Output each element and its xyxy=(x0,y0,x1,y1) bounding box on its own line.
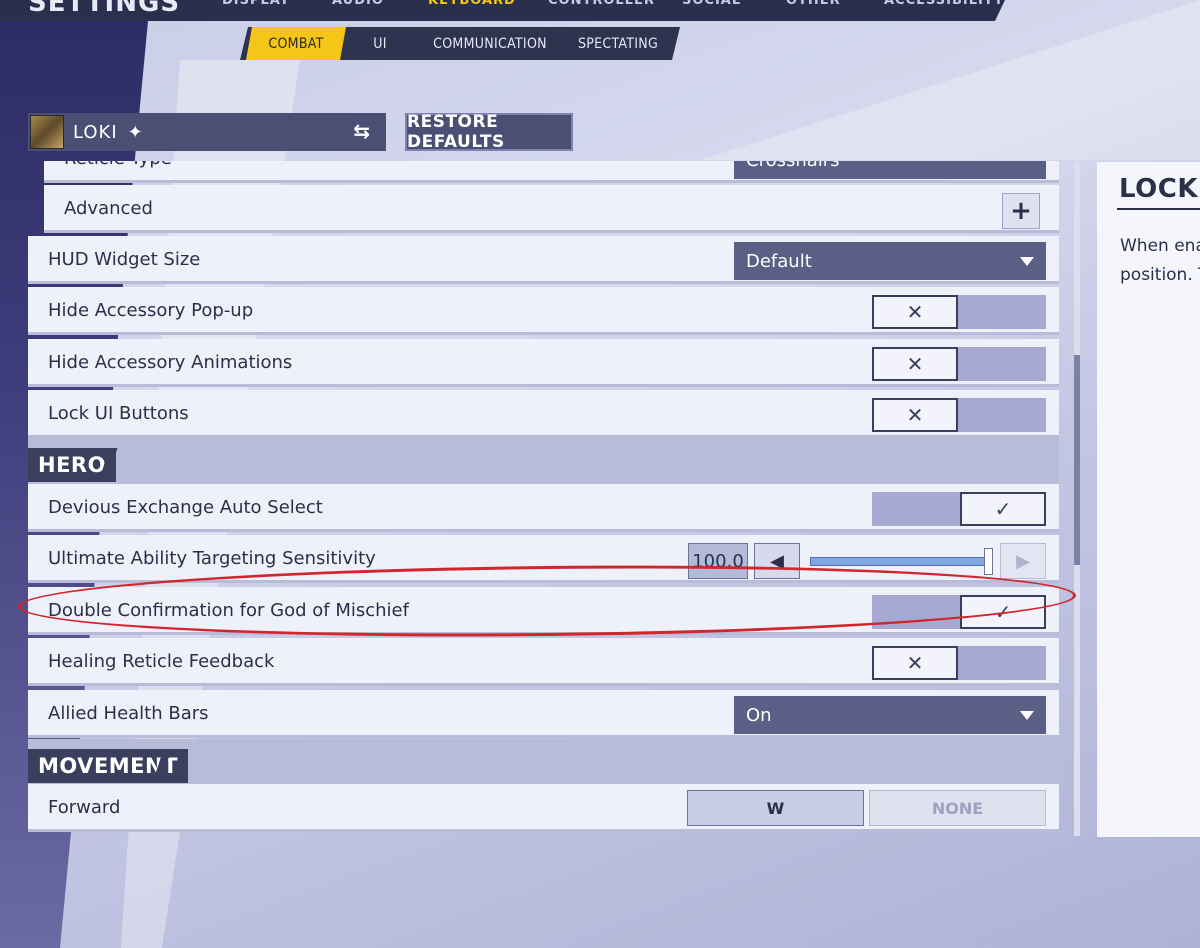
increase-arrow-icon[interactable]: ▶ xyxy=(1000,543,1046,579)
setting-label: Allied Health Bars xyxy=(48,703,209,724)
tab-audio[interactable]: AUDIO xyxy=(332,0,384,8)
setting-label: Advanced xyxy=(64,198,153,219)
reticle-type-dropdown[interactable]: Crosshairs xyxy=(734,161,1046,179)
diamond-star-icon: ✦ xyxy=(127,121,143,143)
chevron-down-icon xyxy=(1020,257,1034,266)
chevron-down-icon xyxy=(1020,711,1034,720)
scrollbar-thumb[interactable] xyxy=(1074,355,1080,565)
setting-row-healing-reticle: Healing Reticle Feedback ✕ xyxy=(28,638,1059,686)
subtab-ui[interactable]: UI xyxy=(350,27,410,60)
lock-ui-buttons-toggle[interactable]: ✕ xyxy=(872,398,1046,432)
background-shard xyxy=(700,0,1200,160)
section-hero: HERO xyxy=(28,438,1059,484)
setting-label: Hide Accessory Animations xyxy=(48,352,293,373)
setting-row-hud-widget-size: HUD Widget Size Default xyxy=(28,236,1059,284)
setting-row-devious-exchange: Devious Exchange Auto Select ✓ xyxy=(28,484,1059,532)
setting-row-hide-accessory-animations: Hide Accessory Animations ✕ xyxy=(28,339,1059,387)
setting-row-reticle-type: Reticle Type Crosshairs xyxy=(44,161,1059,183)
hide-accessory-animations-toggle[interactable]: ✕ xyxy=(872,347,1046,381)
dropdown-value: Default xyxy=(746,250,812,272)
section-movement: MOVEMENT xyxy=(28,739,1059,785)
description-title: LOCK UI BUTTONS xyxy=(1119,174,1200,204)
hero-name: LOKI xyxy=(73,121,118,143)
x-icon: ✕ xyxy=(872,646,958,680)
tab-other[interactable]: OTHER xyxy=(786,0,841,8)
settings-list: Reticle Type Crosshairs Advanced + HUD W… xyxy=(28,161,1059,836)
hide-accessory-popup-toggle[interactable]: ✕ xyxy=(872,295,1046,329)
tab-accessibility[interactable]: ACCESSIBILITY xyxy=(884,0,1004,8)
setting-label: Lock UI Buttons xyxy=(48,403,189,424)
setting-label: Devious Exchange Auto Select xyxy=(48,497,323,518)
hero-selector[interactable]: LOKI ✦ ⇆ xyxy=(28,113,386,151)
page-title: SETTINGS xyxy=(28,0,181,18)
description-underline xyxy=(1117,208,1200,210)
x-icon: ✕ xyxy=(872,295,958,329)
description-text: When enabled, UI buttons will not change… xyxy=(1120,236,1200,285)
setting-row-lock-ui-buttons: Lock UI Buttons ✕ xyxy=(28,390,1059,438)
healing-reticle-toggle[interactable]: ✕ xyxy=(872,646,1046,680)
setting-row-advanced: Advanced + xyxy=(44,185,1059,233)
swap-arrows-icon[interactable]: ⇆ xyxy=(353,120,370,142)
setting-row-hide-accessory-popup: Hide Accessory Pop-up ✕ xyxy=(28,287,1059,335)
expand-advanced-button[interactable]: + xyxy=(1002,193,1040,229)
hero-avatar xyxy=(30,115,64,149)
description-panel: LOCK UI BUTTONS When enabled, UI buttons… xyxy=(1097,162,1200,837)
tab-keyboard[interactable]: KEYBOARD xyxy=(428,0,516,8)
dropdown-value: On xyxy=(746,704,772,726)
tab-controller[interactable]: CONTROLLER xyxy=(548,0,655,8)
sensitivity-slider-track[interactable] xyxy=(810,557,990,566)
subtab-spectating[interactable]: SPECTATING xyxy=(570,27,666,60)
dropdown-value: Crosshairs xyxy=(746,161,840,171)
allied-health-bars-dropdown[interactable]: On xyxy=(734,696,1046,734)
setting-label: Hide Accessory Pop-up xyxy=(48,300,254,321)
x-icon: ✕ xyxy=(872,347,958,381)
restore-defaults-button[interactable]: RESTORE DEFAULTS xyxy=(405,112,573,152)
forward-secondary-key[interactable]: NONE xyxy=(869,790,1046,826)
subtab-combat[interactable]: COMBAT xyxy=(246,27,346,60)
tab-display[interactable]: DISPLAY xyxy=(222,0,290,8)
setting-label: Forward xyxy=(48,797,121,818)
setting-label: HUD Widget Size xyxy=(48,249,201,270)
setting-label: Healing Reticle Feedback xyxy=(48,651,275,672)
tab-social[interactable]: SOCIAL xyxy=(682,0,741,8)
setting-label: Ultimate Ability Targeting Sensitivity xyxy=(48,548,376,569)
setting-row-forward: Forward W NONE xyxy=(28,784,1059,832)
setting-row-allied-health-bars: Allied Health Bars On xyxy=(28,690,1059,738)
check-icon: ✓ xyxy=(960,492,1046,526)
x-icon: ✕ xyxy=(872,398,958,432)
subtab-combat-label: COMBAT xyxy=(268,35,324,52)
slider-handle[interactable] xyxy=(984,548,993,575)
devious-exchange-toggle[interactable]: ✓ xyxy=(872,492,1046,526)
subtab-communication[interactable]: COMMUNICATION xyxy=(430,27,550,60)
forward-primary-key[interactable]: W xyxy=(687,790,864,826)
setting-label: Reticle Type xyxy=(64,161,172,169)
hud-widget-size-dropdown[interactable]: Default xyxy=(734,242,1046,280)
sub-tab-bar: COMBAT UI COMMUNICATION SPECTATING xyxy=(240,27,680,60)
